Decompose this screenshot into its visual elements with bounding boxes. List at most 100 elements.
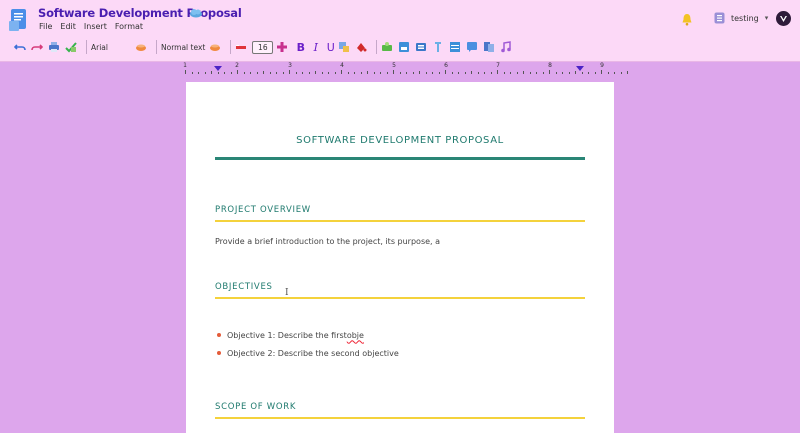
ruler-tick	[549, 70, 550, 74]
toolbar-divider	[156, 40, 157, 54]
style-dropdown-icon[interactable]	[209, 41, 221, 53]
ruler-tick	[620, 72, 622, 74]
increase-font-size-icon[interactable]	[276, 41, 288, 53]
text-color-icon[interactable]	[338, 41, 350, 53]
account-icon	[714, 12, 725, 24]
text-style-select[interactable]: Normal text	[161, 43, 205, 52]
document-icon[interactable]	[8, 7, 30, 33]
ruler-tick	[562, 72, 563, 74]
print-icon[interactable]	[48, 41, 60, 53]
ruler-tick	[458, 72, 459, 74]
font-family-select[interactable]: Arial	[91, 43, 135, 52]
list-item-text: Objective 1: Describe the first	[227, 330, 347, 340]
account-switcher[interactable]: testing ▾	[714, 12, 768, 24]
ruler-tick	[581, 72, 583, 74]
overview-paragraph[interactable]: Provide a brief introduction to the proj…	[215, 237, 440, 246]
section-divider	[215, 220, 585, 222]
ruler-tick	[354, 72, 355, 74]
font-size-input[interactable]: 16	[252, 40, 274, 54]
decrease-font-size-icon[interactable]	[235, 41, 247, 53]
ruler-number: 2	[235, 62, 239, 69]
ruler-tick	[269, 72, 271, 74]
ruler-tick	[484, 72, 485, 74]
document-heading[interactable]: SOFTWARE DEVELOPMENT PROPOSAL	[186, 135, 614, 146]
ruler-tick	[594, 72, 596, 74]
insert-image-icon[interactable]	[381, 41, 393, 53]
ruler-number: 4	[340, 62, 344, 69]
document-page[interactable]: SOFTWARE DEVELOPMENT PROPOSAL PROJECT OV…	[186, 82, 614, 433]
ruler-tick	[256, 72, 258, 74]
cloud-sync-icon[interactable]	[189, 8, 203, 18]
ruler-tick	[315, 71, 316, 74]
ruler-tick	[321, 72, 323, 74]
list-item[interactable]: Objective 1: Describe the first obje	[217, 326, 399, 344]
ruler-tick	[360, 72, 362, 74]
section-heading-objectives[interactable]: OBJECTIVES	[215, 282, 273, 292]
menu-file[interactable]: File	[39, 22, 52, 31]
ruler-number: 1	[183, 62, 187, 69]
spellcheck-icon[interactable]	[65, 41, 77, 53]
ruler-tick	[289, 70, 290, 74]
undo-icon[interactable]	[14, 41, 26, 53]
ruler-tick	[282, 72, 284, 74]
insert-document-icon[interactable]	[483, 41, 495, 53]
ruler-tick	[555, 72, 557, 74]
italic-button[interactable]: I	[308, 41, 323, 54]
chevron-down-icon: ▾	[764, 14, 769, 22]
menu-edit[interactable]: Edit	[60, 22, 76, 31]
menu-insert[interactable]: Insert	[84, 22, 107, 31]
ruler-tick	[399, 72, 401, 74]
insert-table-icon[interactable]	[449, 41, 461, 53]
insert-equation-icon[interactable]	[432, 41, 444, 53]
menu-bar: File Edit Insert Format	[39, 22, 143, 31]
ruler-tick	[477, 72, 479, 74]
ruler-tick	[373, 72, 375, 74]
menu-format[interactable]: Format	[115, 22, 143, 31]
ruler-tick	[295, 72, 297, 74]
ruler-tick	[276, 72, 277, 74]
underline-button[interactable]: U	[323, 41, 338, 54]
ruler-tick	[243, 72, 245, 74]
ruler-tick	[302, 72, 303, 74]
bell-icon[interactable]	[681, 13, 693, 26]
misspelled-word[interactable]: obje	[347, 331, 364, 340]
left-indent-marker[interactable]	[214, 66, 222, 71]
section-divider	[215, 297, 585, 299]
right-indent-marker[interactable]	[576, 66, 584, 71]
list-item[interactable]: Objective 2: Describe the second objecti…	[217, 344, 399, 362]
section-heading-overview[interactable]: PROJECT OVERVIEW	[215, 205, 311, 215]
avatar[interactable]	[776, 11, 791, 26]
account-label: testing	[731, 13, 759, 23]
ruler-tick	[347, 72, 349, 74]
ruler-tick	[328, 72, 329, 74]
insert-audio-icon[interactable]	[500, 41, 512, 53]
ruler-tick	[224, 72, 225, 74]
ruler-tick	[185, 70, 186, 74]
toolbar-divider	[230, 40, 232, 54]
ruler-tick	[523, 71, 524, 74]
bold-button[interactable]: B	[293, 41, 308, 54]
list-item-text: Objective 2: Describe the second objecti…	[227, 348, 399, 358]
ruler-tick	[445, 70, 446, 74]
ruler-tick	[542, 72, 544, 74]
ruler-tick	[334, 72, 336, 74]
insert-media-icon[interactable]	[398, 41, 410, 53]
ruler-tick	[211, 71, 212, 74]
ruler-tick	[406, 72, 407, 74]
ruler-tick	[198, 72, 199, 74]
horizontal-ruler: 1 2 3 4 5 6 7 8 9	[182, 62, 628, 74]
ruler-tick	[237, 70, 238, 74]
ruler-tick	[230, 72, 232, 74]
ruler-tick	[510, 72, 511, 74]
ruler-tick	[516, 72, 518, 74]
section-heading-scope[interactable]: SCOPE OF WORK	[215, 402, 296, 412]
insert-comment-icon[interactable]	[466, 41, 478, 53]
font-dropdown-icon[interactable]	[135, 41, 147, 53]
ruler-number: 7	[496, 62, 500, 69]
insert-chart-icon[interactable]	[415, 41, 427, 53]
highlight-color-icon[interactable]	[355, 41, 367, 53]
redo-icon[interactable]	[31, 41, 43, 53]
document-title[interactable]: Software Development Proposal	[38, 6, 242, 20]
ruler-tick	[627, 71, 628, 74]
ruler-number: 5	[392, 62, 396, 69]
